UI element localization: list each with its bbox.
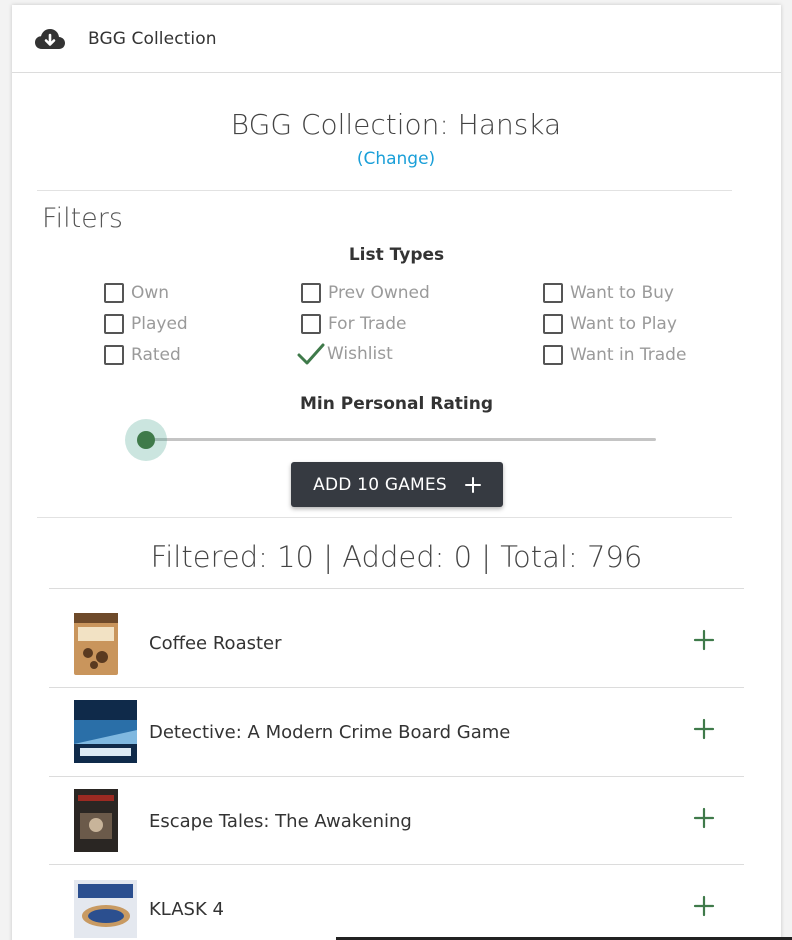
add-game-icon[interactable]	[693, 718, 715, 740]
plus-icon	[464, 476, 481, 493]
checkbox[interactable]	[104, 345, 124, 365]
filter-label: Want in Trade	[570, 345, 687, 365]
checkbox[interactable]	[543, 345, 563, 365]
filter-want-to-play[interactable]: Want to Play	[543, 314, 677, 334]
filter-wishlist[interactable]: Wishlist	[297, 343, 393, 365]
game-name: Escape Tales: The Awakening	[149, 811, 412, 832]
game-thumbnail	[74, 613, 118, 675]
checkbox[interactable]	[104, 314, 124, 334]
filter-label: For Trade	[328, 314, 407, 334]
filter-label: Want to Buy	[570, 283, 674, 303]
filter-label: Wishlist	[327, 344, 393, 364]
collection-summary: Filtered: 10 | Added: 0 | Total: 796	[150, 540, 643, 574]
rating-slider-track[interactable]	[146, 438, 656, 441]
game-row: Escape Tales: The Awakening	[49, 776, 744, 864]
checkbox[interactable]	[301, 314, 321, 334]
filters-heading: Filters	[42, 203, 123, 234]
add-game-icon[interactable]	[693, 895, 715, 917]
cloud-download-icon[interactable]	[34, 27, 66, 51]
game-row: KLASK 4	[49, 864, 744, 940]
filter-own[interactable]: Own	[104, 283, 169, 303]
game-row: Detective: A Modern Crime Board Game	[49, 687, 744, 775]
filter-label: Prev Owned	[328, 283, 430, 303]
list-types-label: List Types	[348, 245, 445, 265]
divider	[37, 517, 732, 518]
filter-want-in-trade[interactable]: Want in Trade	[543, 345, 686, 365]
collection-title: BGG Collection: Hanska	[230, 108, 562, 141]
app-title: BGG Collection	[88, 28, 217, 49]
game-thumbnail	[74, 700, 137, 763]
checkbox[interactable]	[543, 314, 563, 334]
add-game-icon[interactable]	[693, 807, 715, 829]
game-name: Coffee Roaster	[149, 633, 282, 654]
checkbox[interactable]	[104, 283, 124, 303]
change-user-link[interactable]: (Change)	[0, 149, 792, 169]
filter-rated[interactable]: Rated	[104, 345, 181, 365]
filter-label: Rated	[131, 345, 181, 365]
game-name: Detective: A Modern Crime Board Game	[149, 722, 511, 743]
filter-for-trade[interactable]: For Trade	[301, 314, 407, 334]
min-rating-label: Min Personal Rating	[299, 394, 494, 414]
add-games-button[interactable]: ADD 10 GAMES	[291, 462, 503, 507]
filter-label: Want to Play	[570, 314, 677, 334]
filter-prev-owned[interactable]: Prev Owned	[301, 283, 430, 303]
add-games-label: ADD 10 GAMES	[313, 474, 447, 495]
filter-label: Own	[131, 283, 170, 303]
filter-want-to-buy[interactable]: Want to Buy	[543, 283, 674, 303]
game-name: KLASK 4	[149, 899, 224, 920]
game-thumbnail	[74, 789, 118, 852]
add-game-icon[interactable]	[693, 629, 715, 651]
filter-played[interactable]: Played	[104, 314, 188, 334]
check-icon[interactable]	[297, 343, 325, 365]
game-thumbnail	[74, 880, 137, 938]
filter-label: Played	[131, 314, 188, 334]
game-row: Coffee Roaster	[49, 588, 744, 676]
checkbox[interactable]	[301, 283, 321, 303]
app-header: BGG Collection	[12, 5, 781, 73]
checkbox[interactable]	[543, 283, 563, 303]
rating-slider-thumb[interactable]	[137, 431, 155, 449]
divider	[37, 190, 732, 191]
